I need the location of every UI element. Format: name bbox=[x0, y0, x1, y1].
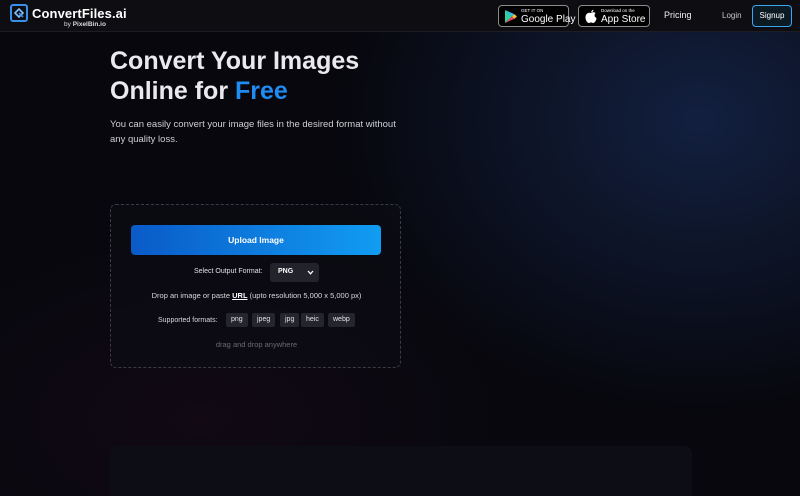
signup-button[interactable]: Signup bbox=[752, 5, 792, 27]
hero-title: Convert Your Images Online for Free bbox=[110, 46, 430, 106]
hero-title-accent: Free bbox=[235, 77, 288, 105]
upload-image-button[interactable]: Upload Image bbox=[131, 225, 381, 255]
paste-url-link[interactable]: URL bbox=[232, 291, 247, 300]
hero-title-line1: Convert Your Images bbox=[110, 47, 360, 75]
format-chip-heic: heic bbox=[301, 313, 324, 327]
output-format-label: Select Output Format: bbox=[194, 268, 263, 275]
google-play-big-text: Google Play bbox=[521, 14, 576, 25]
apple-icon bbox=[585, 9, 597, 23]
top-header: ConvertFiles.ai by PixelBin.io GET IT ON… bbox=[0, 0, 800, 32]
output-format-value: PNG bbox=[278, 268, 294, 275]
drop-suffix: (upto resolution 5,000 x 5,000 px) bbox=[249, 291, 362, 300]
byline-prefix: by bbox=[64, 21, 71, 28]
chevron-down-icon bbox=[307, 270, 314, 275]
google-play-icon bbox=[505, 10, 517, 23]
format-chip-jpeg: jpeg bbox=[252, 313, 276, 327]
drop-instructions: Drop an image or paste URL (upto resolut… bbox=[111, 291, 402, 300]
app-store-small-text: Download on the bbox=[601, 8, 635, 13]
output-format-select[interactable]: PNG bbox=[270, 263, 319, 282]
hero-description: You can easily convert your image files … bbox=[110, 119, 396, 145]
byline-name: PixelBin.io bbox=[72, 21, 106, 28]
drop-prefix: Drop an image or paste bbox=[151, 291, 231, 300]
bottom-content-panel bbox=[110, 446, 692, 496]
google-play-badge[interactable]: GET IT ON Google Play bbox=[498, 5, 575, 27]
format-chip-jpg: jpg bbox=[280, 313, 300, 327]
format-chip-png: png bbox=[226, 313, 248, 327]
hero-title-line2-prefix: Online for bbox=[110, 77, 229, 105]
app-store-badge[interactable]: Download on the App Store bbox=[578, 5, 650, 27]
upload-dropzone[interactable]: Upload Image Select Output Format: PNG D… bbox=[110, 204, 401, 368]
brand-byline: by PixelBin.io bbox=[64, 21, 106, 28]
app-store-big-text: App Store bbox=[601, 14, 646, 25]
brand-name: ConvertFiles.ai bbox=[32, 6, 127, 21]
nav-pricing-link[interactable]: Pricing bbox=[664, 10, 692, 20]
convertfiles-logo-icon bbox=[10, 4, 28, 22]
supported-formats-label: Supported formats: bbox=[158, 317, 218, 324]
nav-login-link[interactable]: Login bbox=[722, 11, 742, 20]
format-chip-webp: webp bbox=[328, 313, 355, 327]
drag-drop-hint: drag and drop anywhere bbox=[215, 340, 298, 349]
google-play-small-text: GET IT ON bbox=[521, 8, 544, 13]
